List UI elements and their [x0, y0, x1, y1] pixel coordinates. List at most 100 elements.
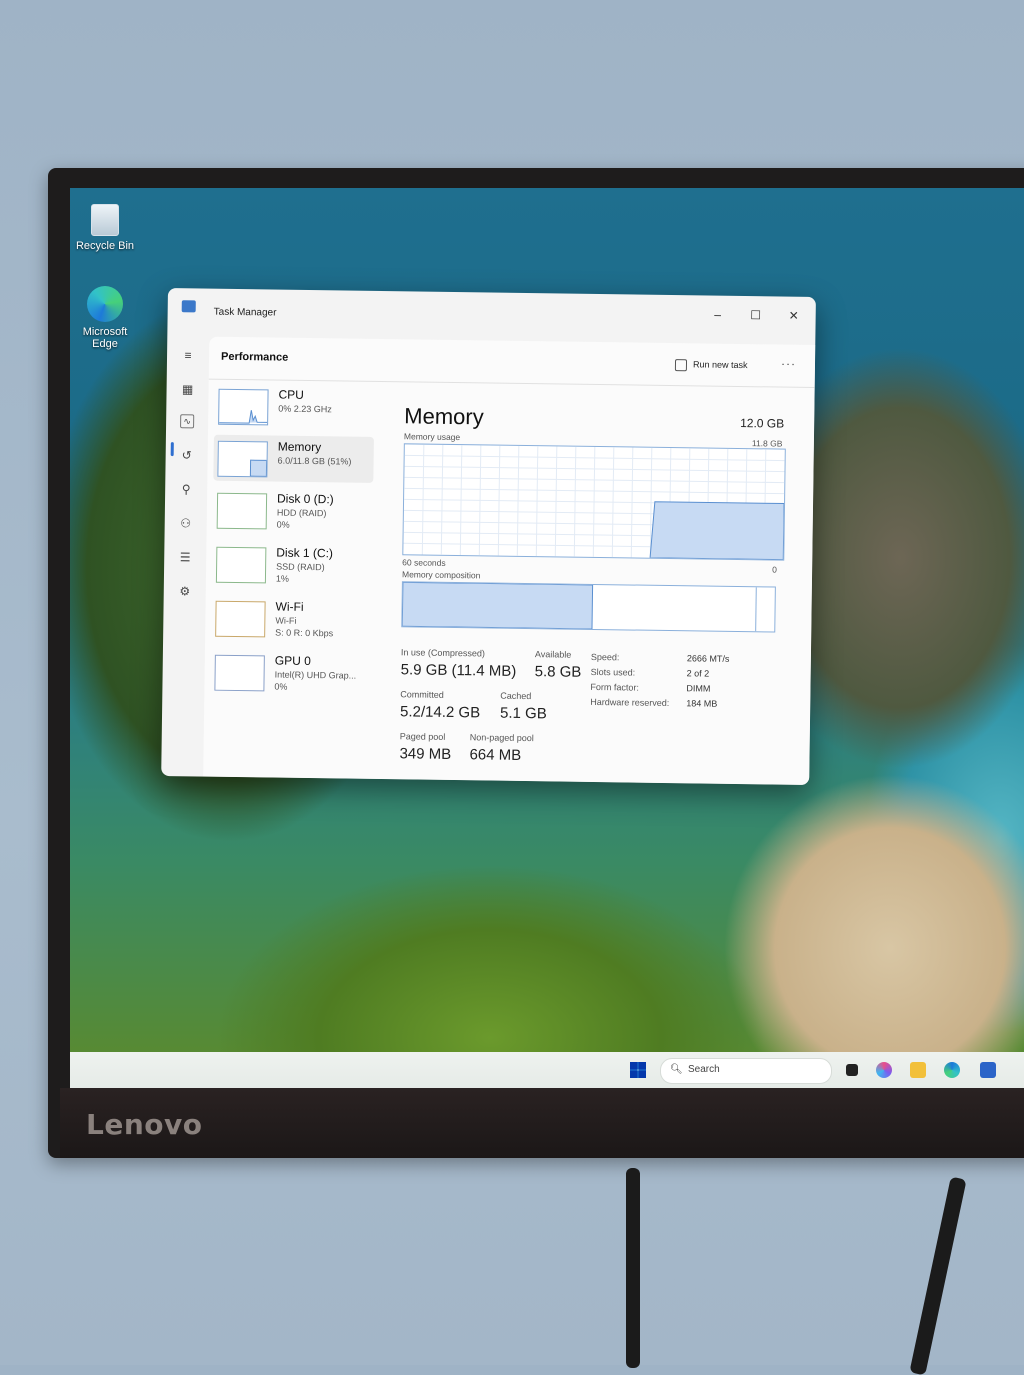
- disk1-thumbnail: [215, 546, 267, 584]
- resource-disk-0[interactable]: Disk 0 (D:) HDD (RAID) 0%: [213, 487, 374, 535]
- resource-usage: 1%: [275, 573, 290, 584]
- processes-icon[interactable]: ▦: [178, 380, 196, 398]
- task-manager-icon: [181, 300, 196, 313]
- app-history-icon[interactable]: ↺: [178, 446, 196, 464]
- spec-label: Hardware reserved:: [590, 696, 670, 709]
- memory-thumbnail: [217, 440, 268, 478]
- zero-axis-label: 0: [772, 564, 777, 575]
- more-options-button[interactable]: ···: [781, 357, 796, 371]
- memory-usage-chart: [402, 443, 786, 561]
- resource-name: Wi-Fi: [275, 599, 304, 614]
- details-icon[interactable]: ☰: [176, 548, 194, 566]
- title-bar[interactable]: Task Manager – ☐ ✕: [167, 288, 815, 337]
- time-axis-label: 60 seconds: [402, 557, 446, 568]
- usage-area: [649, 501, 785, 561]
- run-task-icon: [674, 359, 688, 372]
- disk0-thumbnail: [216, 492, 268, 530]
- search-input[interactable]: Search: [688, 1064, 720, 1075]
- cpu-thumbnail: [218, 388, 269, 426]
- cable: [909, 1176, 967, 1375]
- resource-wifi[interactable]: Wi-Fi Wi-Fi S: 0 R: 0 Kbps: [211, 595, 372, 643]
- edge-icon: [87, 286, 123, 322]
- detail-title: Memory: [404, 403, 484, 430]
- resource-detail: SSD (RAID): [276, 561, 325, 573]
- standby-boundary: [755, 587, 757, 632]
- spec-value: DIMM: [686, 683, 711, 694]
- memory-composition-bar: [401, 581, 776, 633]
- nav-rail: ≡ ▦ ∿ ↺ ⚲ ⚇ ☰ ⚙ ⚙: [161, 328, 209, 777]
- resource-cpu[interactable]: CPU 0% 2.23 GHz: [214, 383, 375, 431]
- cached-value: 5.1 GB: [499, 704, 547, 723]
- task-manager-window: Task Manager – ☐ ✕ ≡ ▦ ∿ ↺ ⚲ ⚇ ☰ ⚙ ⚙ Per…: [161, 288, 816, 785]
- desktop-icon-edge[interactable]: Microsoft Edge: [70, 286, 140, 350]
- resource-disk-1[interactable]: Disk 1 (C:) SSD (RAID) 1%: [212, 541, 373, 589]
- spec-label: Form factor:: [590, 681, 640, 693]
- spec-label: Speed:: [590, 651, 620, 663]
- desktop-icon-recycle-bin[interactable]: Recycle Bin: [70, 204, 140, 252]
- minimize-button[interactable]: –: [708, 308, 728, 322]
- spec-label: Slots used:: [590, 666, 636, 678]
- page-title: Performance: [220, 350, 289, 364]
- startup-apps-icon[interactable]: ⚲: [177, 480, 195, 498]
- gpu-thumbnail: [214, 654, 265, 692]
- users-icon[interactable]: ⚇: [177, 514, 195, 532]
- copilot-icon[interactable]: [876, 1062, 892, 1078]
- selected-indicator: [170, 442, 174, 457]
- resource-detail: 0% 2.23 GHz: [278, 403, 332, 415]
- maximize-button[interactable]: ☐: [746, 308, 766, 322]
- committed-value: 5.2/14.2 GB: [399, 703, 481, 722]
- resource-detail: HDD (RAID): [276, 507, 327, 519]
- cable: [626, 1168, 640, 1368]
- resource-name: Memory: [277, 439, 322, 455]
- resource-name: Disk 1 (C:): [276, 545, 334, 561]
- spec-value: 184 MB: [686, 698, 718, 709]
- resource-detail: 6.0/11.8 GB (51%): [277, 455, 352, 467]
- resource-usage: 0%: [274, 681, 288, 692]
- monitor-brand: Lenovo: [86, 1108, 203, 1141]
- memory-usage-label: Memory usage: [403, 431, 461, 443]
- resource-detail: Wi-Fi: [275, 615, 297, 626]
- search-box[interactable]: [660, 1058, 832, 1084]
- taskbar: 🔍︎ Search: [70, 1052, 1024, 1088]
- resource-name: GPU 0: [274, 653, 311, 669]
- window-title: Task Manager: [213, 306, 277, 319]
- desktop-icon-label: Microsoft Edge: [82, 326, 128, 350]
- resource-detail: Intel(R) UHD Grap...: [274, 669, 357, 681]
- wifi-thumbnail: [215, 600, 266, 638]
- paged-pool-value: 349 MB: [399, 745, 452, 763]
- resource-usage: 0%: [276, 519, 290, 530]
- hamburger-menu-icon[interactable]: ≡: [179, 346, 197, 364]
- monitor-chin: [60, 1088, 1024, 1158]
- performance-icon[interactable]: ∿: [180, 414, 195, 429]
- edge-taskbar-icon[interactable]: [944, 1062, 960, 1078]
- recycle-bin-icon: [91, 204, 119, 236]
- close-button[interactable]: ✕: [784, 309, 804, 323]
- spec-value: 2 of 2: [686, 668, 710, 679]
- resource-name: CPU: [278, 387, 304, 402]
- available-label: Available: [534, 649, 572, 660]
- resource-name: Disk 0 (D:): [276, 491, 334, 507]
- resource-usage: S: 0 R: 0 Kbps: [275, 627, 334, 639]
- memory-total: 12.0 GB: [740, 416, 785, 431]
- task-view-icon[interactable]: [846, 1064, 858, 1076]
- memory-usage-max: 11.8 GB: [751, 438, 783, 449]
- non-paged-pool-value: 664 MB: [469, 746, 522, 764]
- performance-pane: Performance Run new task ··· CPU 0% 2.23…: [203, 336, 816, 785]
- store-icon[interactable]: [980, 1062, 996, 1078]
- resource-gpu-0[interactable]: GPU 0 Intel(R) UHD Grap... 0%: [210, 649, 371, 697]
- in-use-segment: [401, 581, 594, 630]
- desktop-icon-label: Recycle Bin: [75, 240, 135, 252]
- resource-memory[interactable]: Memory 6.0/11.8 GB (51%): [213, 434, 374, 483]
- memory-composition-label: Memory composition: [401, 569, 481, 581]
- search-icon: 🔍︎: [670, 1064, 683, 1075]
- non-paged-pool-label: Non-paged pool: [469, 732, 534, 744]
- services-icon[interactable]: ⚙: [176, 582, 194, 600]
- available-value: 5.8 GB: [534, 663, 582, 681]
- run-new-task-button[interactable]: Run new task: [693, 359, 748, 370]
- cached-label: Cached: [500, 690, 532, 702]
- start-button[interactable]: [630, 1062, 646, 1078]
- in-use-value: 5.9 GB (11.4 MB): [400, 661, 517, 680]
- file-explorer-icon[interactable]: [910, 1062, 926, 1078]
- in-use-label: In use (Compressed): [400, 647, 486, 659]
- spec-value: 2666 MT/s: [686, 653, 730, 664]
